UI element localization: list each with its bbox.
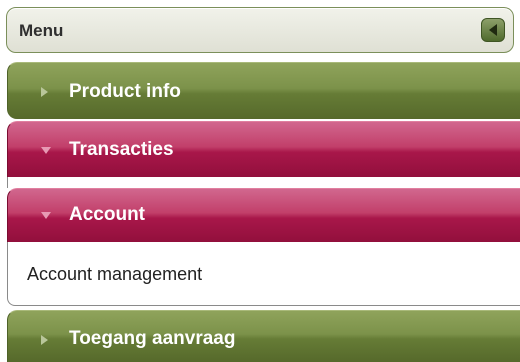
- section-label: Toegang aanvraag: [69, 328, 236, 349]
- triangle-left-icon: [489, 24, 497, 36]
- section-label: Product info: [69, 81, 181, 102]
- collapse-menu-button[interactable]: [481, 18, 505, 42]
- triangle-right-icon: [41, 335, 48, 345]
- triangle-down-icon: [41, 147, 51, 154]
- triangle-right-icon: [41, 87, 48, 97]
- menu-item-account-management[interactable]: Account management: [27, 264, 202, 285]
- section-account[interactable]: Account: [7, 188, 520, 242]
- section-account-content: Account management: [7, 242, 520, 306]
- section-label: Account: [69, 204, 145, 225]
- side-menu: Menu Product info Transacties Account Ac…: [0, 0, 520, 362]
- menu-title: Menu: [19, 21, 64, 40]
- section-transacties[interactable]: Transacties: [7, 121, 520, 177]
- section-product-info[interactable]: Product info: [7, 62, 520, 119]
- section-toegang-aanvraag[interactable]: Toegang aanvraag: [7, 310, 520, 362]
- section-label: Transacties: [69, 139, 174, 160]
- triangle-down-icon: [41, 212, 51, 219]
- menu-header: Menu: [6, 7, 514, 53]
- section-transacties-content: [7, 177, 520, 188]
